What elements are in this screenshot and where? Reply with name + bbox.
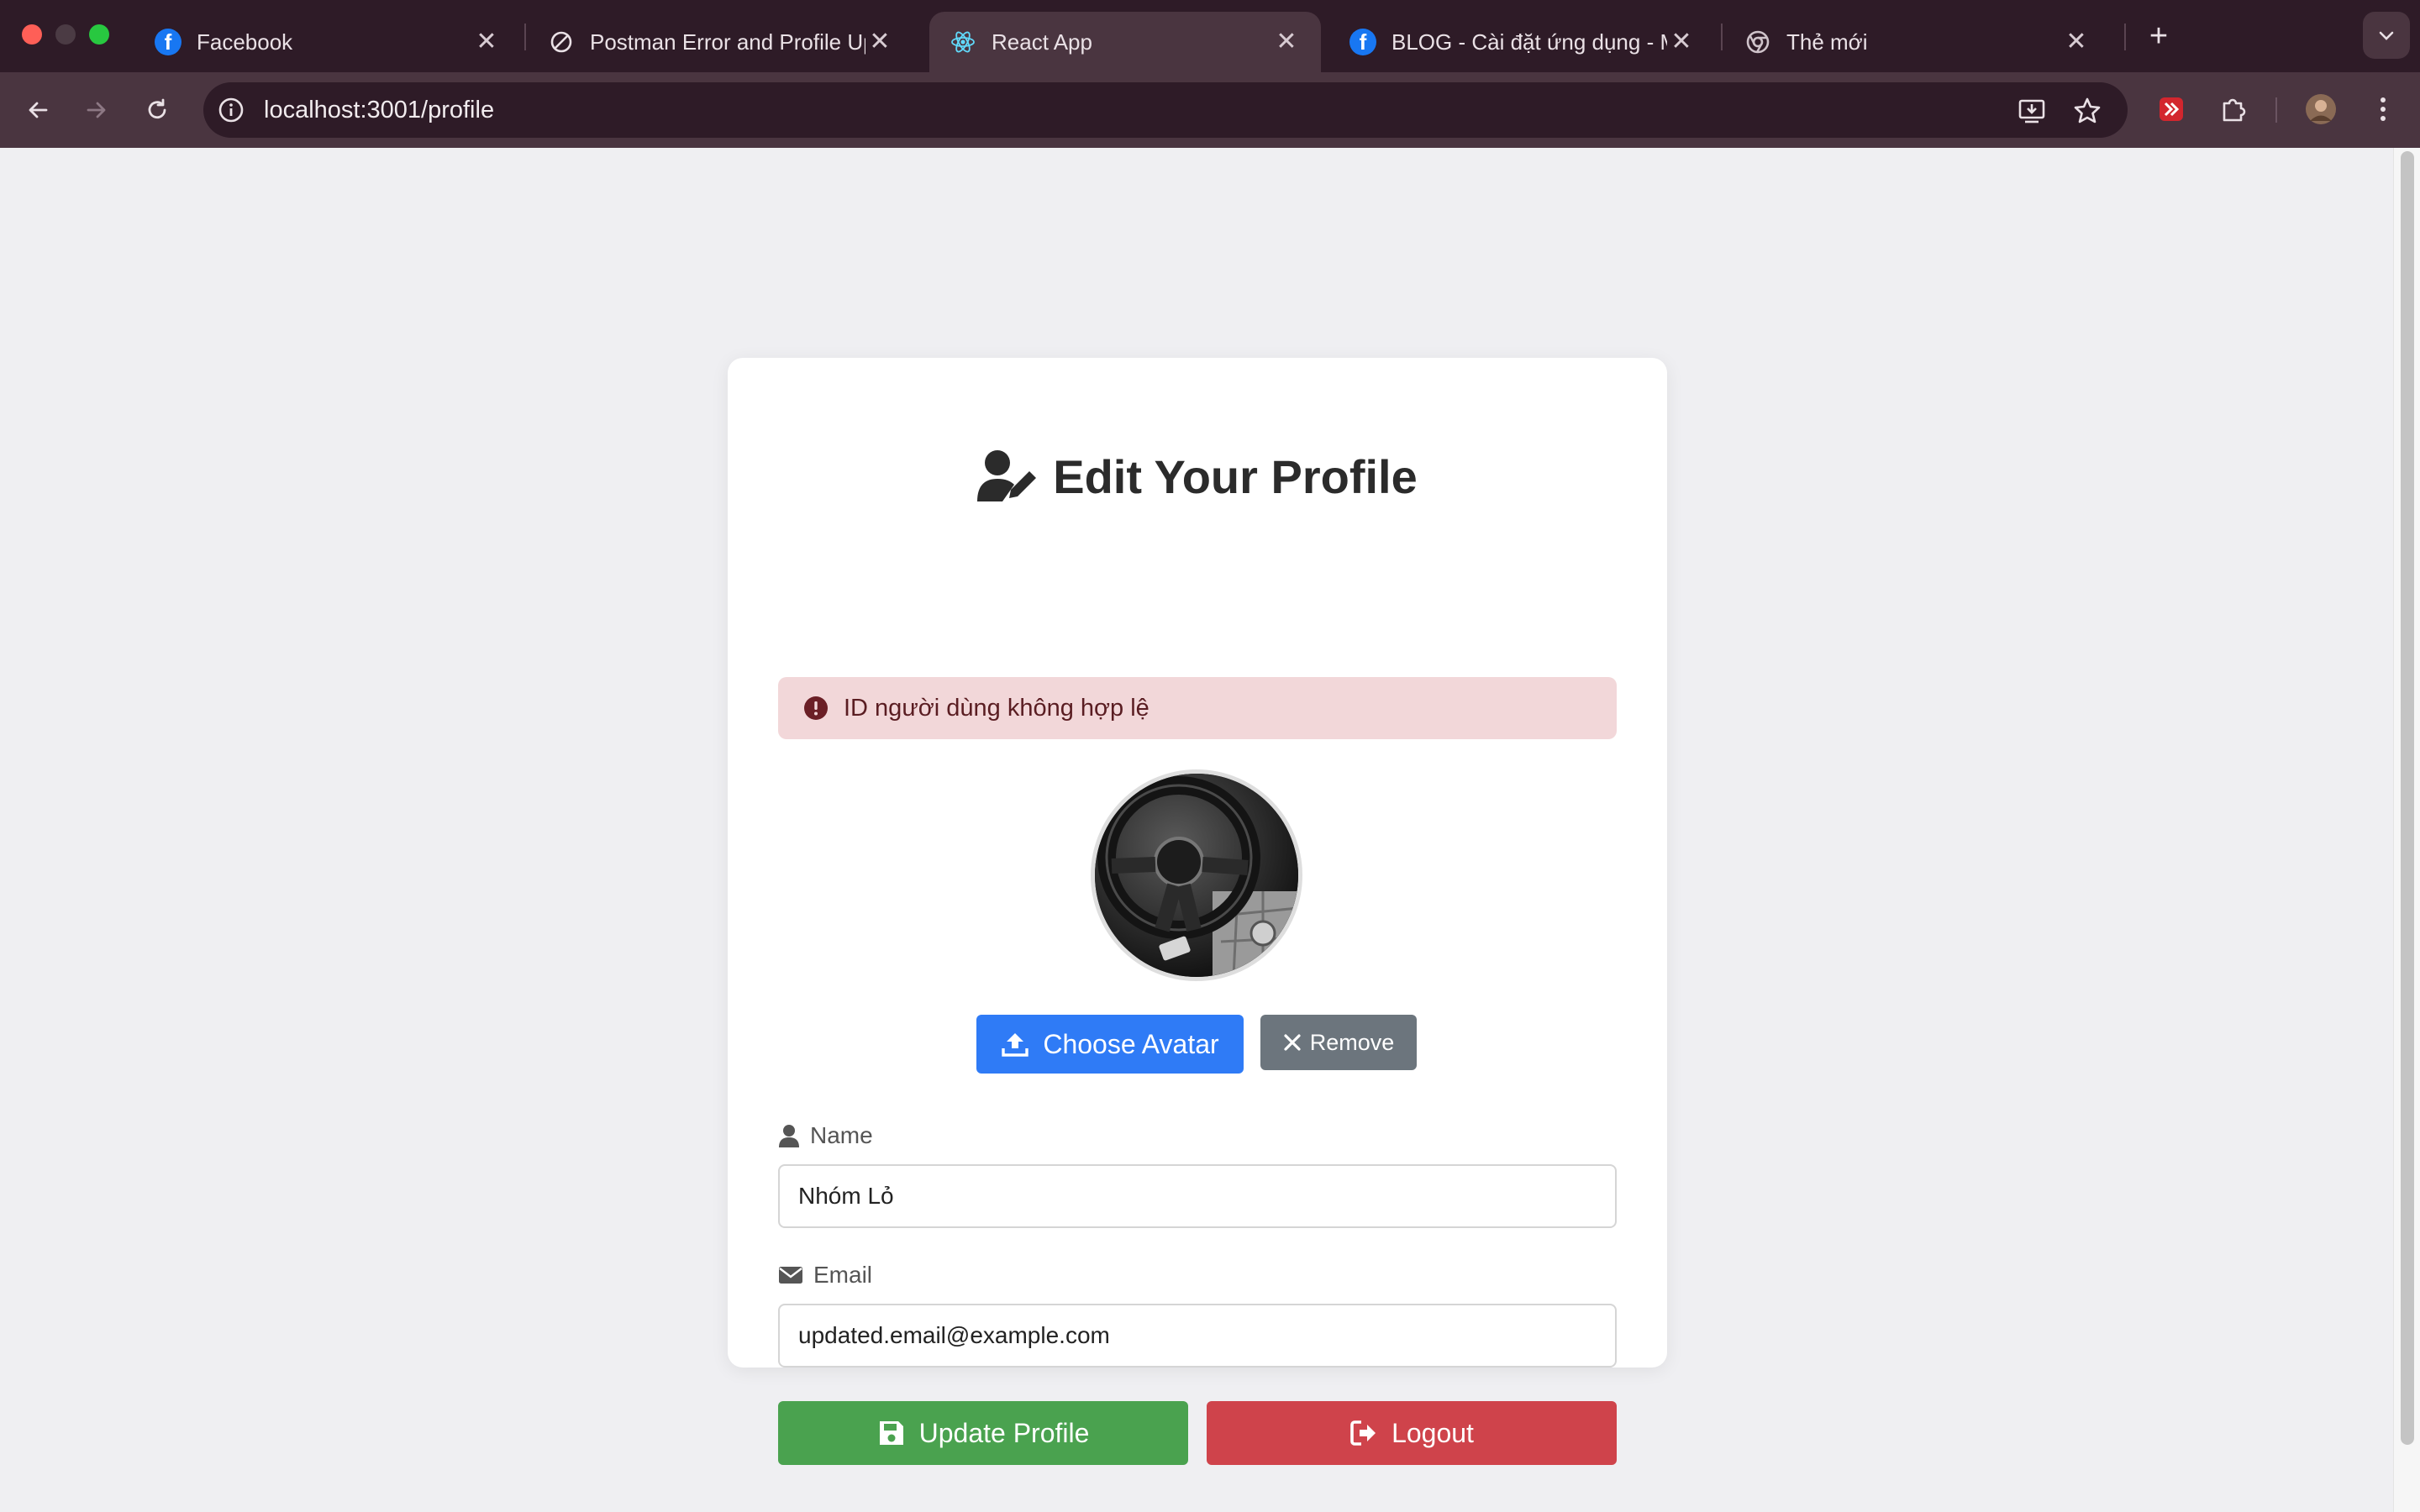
facebook-icon: f bbox=[1349, 29, 1376, 55]
tab-label: Postman Error and Profile Up bbox=[590, 29, 865, 55]
logout-label: Logout bbox=[1392, 1417, 1474, 1448]
site-info-icon[interactable] bbox=[217, 96, 245, 124]
choose-avatar-label: Choose Avatar bbox=[1043, 1028, 1219, 1059]
upload-icon bbox=[1002, 1033, 1029, 1057]
window-maximize-button[interactable] bbox=[89, 24, 109, 45]
react-icon bbox=[950, 29, 976, 55]
remove-label: Remove bbox=[1309, 1029, 1395, 1055]
remove-avatar-button[interactable]: Remove bbox=[1260, 1015, 1417, 1070]
bookmark-star-icon[interactable] bbox=[2072, 96, 2102, 126]
profile-avatar[interactable] bbox=[2302, 91, 2339, 128]
tab-facebook[interactable]: f Facebook ✕ bbox=[134, 12, 521, 72]
avatar-image bbox=[1095, 774, 1298, 977]
arrow-right-icon bbox=[87, 102, 106, 118]
user-icon bbox=[779, 1125, 799, 1147]
tab-postman-error[interactable]: Postman Error and Profile Up ✕ bbox=[528, 12, 914, 72]
browser-toolbar: localhost:3001/profile bbox=[0, 72, 2420, 148]
name-label-text: Name bbox=[810, 1122, 873, 1148]
save-icon bbox=[879, 1421, 903, 1445]
arrow-left-icon bbox=[29, 102, 48, 118]
page-scrollbar[interactable] bbox=[2393, 148, 2420, 1512]
chevron-down-icon bbox=[2379, 31, 2394, 40]
avatar bbox=[1091, 769, 1302, 981]
user-edit-icon bbox=[977, 450, 1037, 501]
reload-button[interactable] bbox=[136, 89, 178, 131]
email-label: Email bbox=[778, 1262, 872, 1289]
envelope-icon bbox=[779, 1267, 802, 1284]
tab-label: Thẻ mới bbox=[1786, 29, 1868, 55]
url-text: localhost:3001/profile bbox=[264, 97, 495, 123]
page-title: Edit Your Profile bbox=[728, 442, 1667, 511]
chrome-icon bbox=[1744, 29, 1771, 55]
error-alert: ID người dùng không hợp lệ bbox=[778, 677, 1617, 739]
tab-react-app[interactable]: React App ✕ bbox=[929, 12, 1321, 72]
tab-search-button[interactable] bbox=[2363, 12, 2410, 59]
close-icon[interactable]: ✕ bbox=[1272, 28, 1301, 56]
extensions-puzzle-icon[interactable] bbox=[2215, 91, 2252, 128]
name-input[interactable] bbox=[778, 1164, 1617, 1228]
address-bar[interactable]: localhost:3001/profile bbox=[203, 82, 2128, 138]
more-vertical-icon bbox=[2381, 97, 2386, 121]
update-profile-label: Update Profile bbox=[918, 1417, 1090, 1448]
choose-avatar-button[interactable]: Choose Avatar bbox=[976, 1015, 1244, 1074]
close-icon[interactable]: ✕ bbox=[472, 28, 501, 56]
close-icon[interactable]: ✕ bbox=[1667, 28, 1696, 56]
update-profile-button[interactable]: Update Profile bbox=[778, 1401, 1188, 1465]
tab-separator bbox=[524, 24, 526, 50]
logout-button[interactable]: Logout bbox=[1207, 1401, 1617, 1465]
tab-label: BLOG - Cài đặt ứng dụng - M bbox=[1392, 29, 1667, 55]
name-label: Name bbox=[778, 1122, 873, 1149]
back-button[interactable] bbox=[17, 89, 59, 131]
tab-separator bbox=[1721, 24, 1723, 50]
forward-button[interactable] bbox=[76, 89, 118, 131]
browser-tab-bar: f Facebook ✕ Postman Error and Profile U… bbox=[0, 0, 2420, 72]
sign-out-icon bbox=[1350, 1420, 1376, 1446]
toolbar-divider bbox=[2275, 97, 2277, 123]
tab-new-tab[interactable]: Thẻ mới ✕ bbox=[1724, 12, 2111, 72]
window-close-button[interactable] bbox=[22, 24, 42, 45]
tab-separator bbox=[2124, 24, 2126, 50]
close-icon bbox=[1284, 1034, 1301, 1051]
exclamation-circle-icon bbox=[804, 696, 828, 720]
reload-icon bbox=[148, 98, 166, 119]
extension-red-icon[interactable] bbox=[2153, 91, 2190, 128]
chatgpt-icon bbox=[548, 29, 575, 55]
install-app-icon[interactable] bbox=[2017, 96, 2047, 126]
email-label-text: Email bbox=[813, 1262, 873, 1288]
facebook-icon: f bbox=[155, 29, 182, 55]
browser-menu-button[interactable] bbox=[2365, 91, 2402, 128]
email-input[interactable] bbox=[778, 1304, 1617, 1368]
close-icon[interactable]: ✕ bbox=[865, 28, 894, 56]
profile-card: Edit Your Profile ID người dùng không hợ… bbox=[728, 358, 1667, 1465]
tab-blog[interactable]: f BLOG - Cài đặt ứng dụng - M ✕ bbox=[1329, 12, 1716, 72]
new-tab-button[interactable]: + bbox=[2138, 15, 2180, 57]
close-icon[interactable]: ✕ bbox=[2062, 28, 2091, 56]
window-minimize-button[interactable] bbox=[55, 24, 76, 45]
tab-label: React App bbox=[992, 29, 1092, 55]
error-message: ID người dùng không hợp lệ bbox=[844, 694, 1150, 722]
scrollbar-thumb[interactable] bbox=[2401, 151, 2414, 1445]
tab-label: Facebook bbox=[197, 29, 293, 55]
page-title-text: Edit Your Profile bbox=[1053, 449, 1418, 503]
page-viewport: Edit Your Profile ID người dùng không hợ… bbox=[0, 148, 2393, 1512]
